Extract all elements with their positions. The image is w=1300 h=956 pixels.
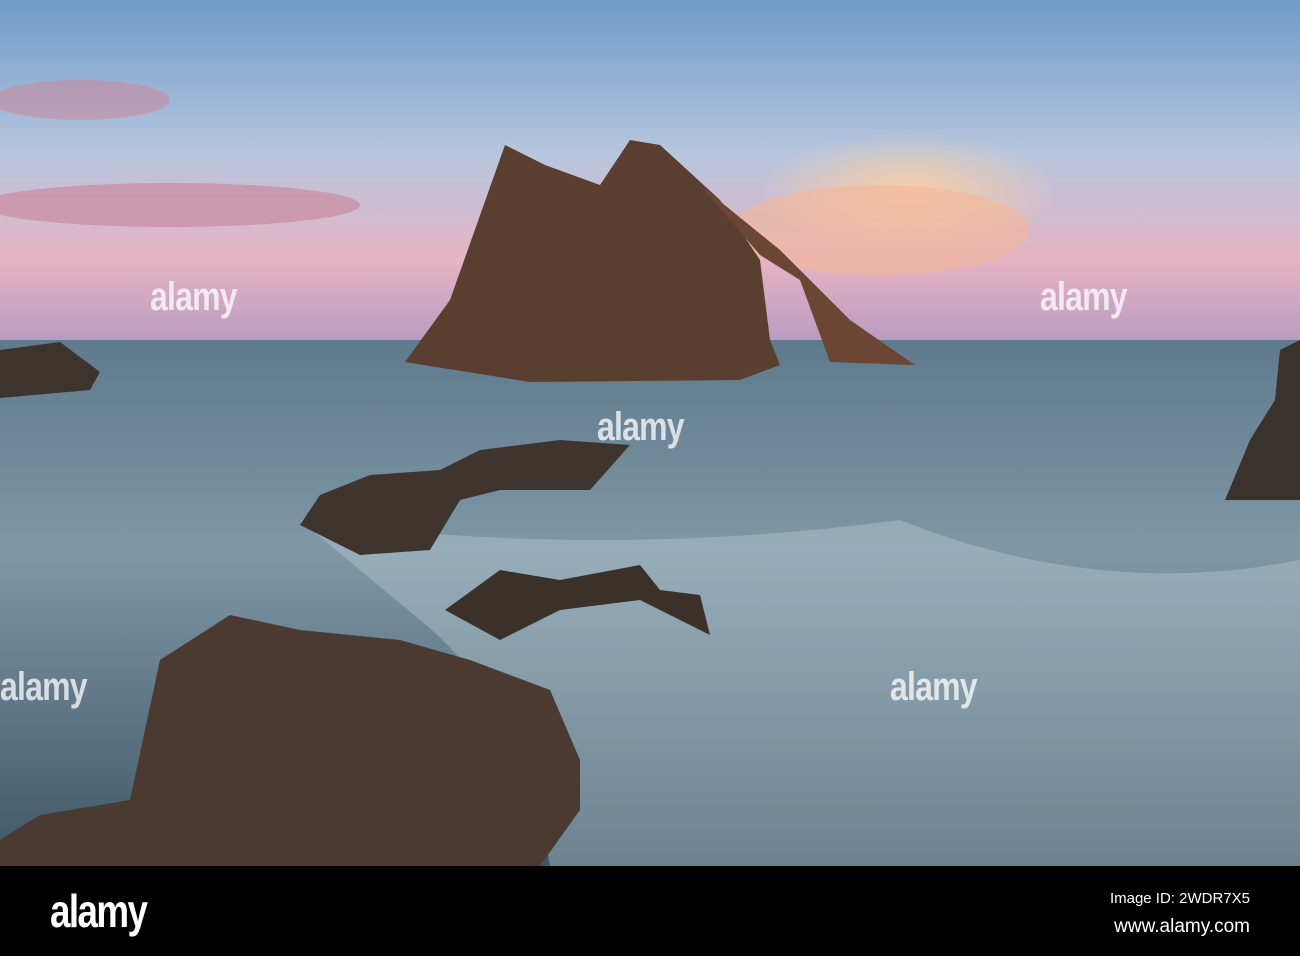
alamy-logo: alamy (50, 885, 148, 937)
stock-photo-page: alamy alamy alamy alamy alamy alamy Imag… (0, 0, 1300, 956)
watermark: alamy (597, 405, 685, 449)
watermark: alamy (150, 275, 238, 319)
site-url: www.alamy.com (1114, 916, 1250, 937)
watermark: alamy (1040, 275, 1128, 319)
watermark: alamy (890, 665, 978, 709)
image-id: Image ID: 2WDR7X5 (1109, 890, 1250, 907)
watermark: alamy (0, 665, 88, 709)
footer-bar: alamy Image ID: 2WDR7X5 www.alamy.com (0, 866, 1300, 956)
